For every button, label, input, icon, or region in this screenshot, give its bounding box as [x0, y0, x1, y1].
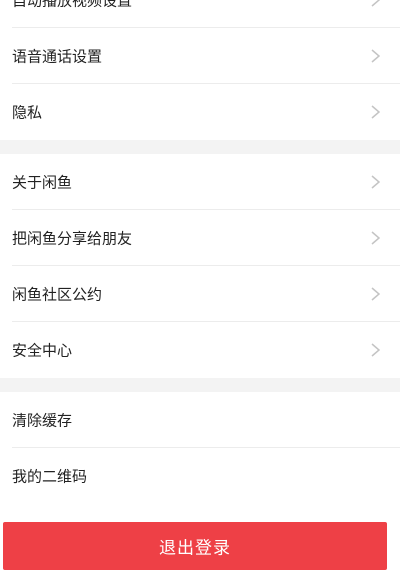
settings-row-label: 语音通话设置 [12, 47, 103, 66]
chevron-right-icon [371, 231, 380, 245]
settings-row-security-center[interactable]: 安全中心 [0, 322, 400, 378]
settings-group-media: 自动播放视频设置 语音通话设置 隐私 [0, 0, 400, 140]
settings-row-label: 隐私 [12, 103, 43, 122]
settings-row-share-app[interactable]: 把闲鱼分享给朋友 [0, 210, 400, 266]
settings-row-label: 安全中心 [12, 341, 73, 360]
logout-button-label: 退出登录 [159, 538, 231, 559]
settings-row-label: 我的二维码 [12, 467, 88, 486]
settings-screen: 自动播放视频设置 语音通话设置 隐私 关于闲鱼 把闲鱼分享给朋友 闲鱼社区公约 [0, 0, 400, 588]
settings-row-privacy[interactable]: 隐私 [0, 84, 400, 140]
settings-row-my-qrcode[interactable]: 我的二维码 [0, 448, 400, 504]
settings-row-label: 关于闲鱼 [12, 173, 73, 192]
chevron-right-icon [371, 105, 380, 119]
settings-row-autoplay-video[interactable]: 自动播放视频设置 [0, 0, 400, 28]
settings-row-label: 把闲鱼分享给朋友 [12, 229, 133, 248]
chevron-right-icon [371, 49, 380, 63]
logout-section: 退出登录 [0, 508, 400, 588]
settings-group-about: 关于闲鱼 把闲鱼分享给朋友 闲鱼社区公约 安全中心 [0, 154, 400, 378]
settings-row-about[interactable]: 关于闲鱼 [0, 154, 400, 210]
settings-group-tools: 清除缓存 我的二维码 [0, 392, 400, 508]
settings-row-community-rules[interactable]: 闲鱼社区公约 [0, 266, 400, 322]
settings-row-clear-cache[interactable]: 清除缓存 [0, 392, 400, 448]
settings-row-label: 闲鱼社区公约 [12, 285, 103, 304]
settings-row-voice-call[interactable]: 语音通话设置 [0, 28, 400, 84]
chevron-right-icon [371, 0, 380, 7]
settings-row-label: 自动播放视频设置 [12, 0, 133, 10]
chevron-right-icon [371, 343, 380, 357]
settings-row-label: 清除缓存 [12, 411, 73, 430]
logout-button[interactable]: 退出登录 [3, 522, 387, 570]
chevron-right-icon [371, 287, 380, 301]
chevron-right-icon [371, 175, 380, 189]
